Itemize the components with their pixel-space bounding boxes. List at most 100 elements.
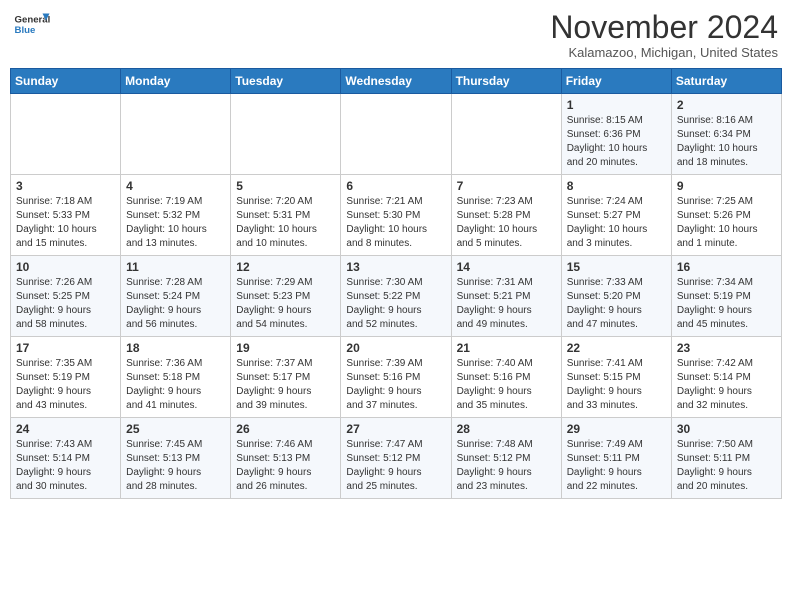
calendar-cell: 30Sunrise: 7:50 AM Sunset: 5:11 PM Dayli…: [671, 418, 781, 499]
calendar-cell: 20 Sunrise: 7:39 AM Sunset: 5:16 PM Dayli…: [341, 337, 451, 418]
day-info: Sunrise: 7:24 AM Sunset: 5:27 PM Dayligh…: [567, 195, 666, 251]
calendar-cell: 14Sunrise: 7:31 AM Sunset: 5:21 PM Dayli…: [451, 256, 561, 337]
day-number: 11: [126, 260, 225, 274]
calendar-cell: [121, 94, 231, 175]
calendar-cell: 28Sunrise: 7:48 AM Sunset: 5:12 PM Dayli…: [451, 418, 561, 499]
month-year: November 2024: [550, 10, 778, 45]
day-info: Sunrise: 7:47 AM Sunset: 5:12 PM Dayligh…: [346, 438, 445, 494]
calendar-cell: 25 Sunrise: 7:45 AM Sunset: 5:13 PM Dayli…: [121, 418, 231, 499]
day-number: 30: [677, 422, 776, 436]
calendar-cell: 3Sunrise: 7:18 AM Sunset: 5:33 PM Daylig…: [11, 175, 121, 256]
day-number: 7: [457, 179, 556, 193]
day-number: 29: [567, 422, 666, 436]
day-number: 25: [126, 422, 225, 436]
calendar-cell: 7 Sunrise: 7:23 AM Sunset: 5:28 PM Daylig…: [451, 175, 561, 256]
location: Kalamazoo, Michigan, United States: [550, 45, 778, 60]
calendar-cell: 1 Sunrise: 8:15 AM Sunset: 6:36 PM Daylig…: [561, 94, 671, 175]
calendar-cell: 4 Sunrise: 7:19 AM Sunset: 5:32 PM Daylig…: [121, 175, 231, 256]
day-info: Sunrise: 8:15 AM Sunset: 6:36 PM Dayligh…: [567, 114, 666, 170]
day-number: 22: [567, 341, 666, 355]
day-number: 15: [567, 260, 666, 274]
day-number: 1: [567, 98, 666, 112]
day-info: Sunrise: 7:19 AM Sunset: 5:32 PM Dayligh…: [126, 195, 225, 251]
svg-text:Blue: Blue: [15, 25, 36, 36]
calendar-week-row: 10 Sunrise: 7:26 AM Sunset: 5:25 PM Dayli…: [11, 256, 782, 337]
day-info: Sunrise: 7:29 AM Sunset: 5:23 PM Dayligh…: [236, 276, 335, 332]
calendar-cell: 12 Sunrise: 7:29 AM Sunset: 5:23 PM Dayli…: [231, 256, 341, 337]
calendar-cell: 6 Sunrise: 7:21 AM Sunset: 5:30 PM Daylig…: [341, 175, 451, 256]
logo-icon: General Blue: [14, 10, 50, 38]
calendar-cell: 19 Sunrise: 7:37 AM Sunset: 5:17 PM Dayli…: [231, 337, 341, 418]
day-info: Sunrise: 7:31 AM Sunset: 5:21 PM Dayligh…: [457, 276, 556, 332]
day-number: 5: [236, 179, 335, 193]
day-number: 4: [126, 179, 225, 193]
day-info: Sunrise: 7:30 AM Sunset: 5:22 PM Dayligh…: [346, 276, 445, 332]
calendar-week-row: 3Sunrise: 7:18 AM Sunset: 5:33 PM Daylig…: [11, 175, 782, 256]
day-number: 13: [346, 260, 445, 274]
calendar-cell: 18 Sunrise: 7:36 AM Sunset: 5:18 PM Dayli…: [121, 337, 231, 418]
calendar-week-row: 17Sunrise: 7:35 AM Sunset: 5:19 PM Dayli…: [11, 337, 782, 418]
calendar-cell: 27 Sunrise: 7:47 AM Sunset: 5:12 PM Dayli…: [341, 418, 451, 499]
day-number: 2: [677, 98, 776, 112]
day-info: Sunrise: 7:28 AM Sunset: 5:24 PM Dayligh…: [126, 276, 225, 332]
day-info: Sunrise: 7:34 AM Sunset: 5:19 PM Dayligh…: [677, 276, 776, 332]
calendar-cell: 23 Sunrise: 7:42 AM Sunset: 5:14 PM Dayli…: [671, 337, 781, 418]
day-header-monday: Monday: [121, 69, 231, 94]
day-info: Sunrise: 8:16 AM Sunset: 6:34 PM Dayligh…: [677, 114, 776, 170]
day-info: Sunrise: 7:35 AM Sunset: 5:19 PM Dayligh…: [16, 357, 115, 413]
day-info: Sunrise: 7:23 AM Sunset: 5:28 PM Dayligh…: [457, 195, 556, 251]
day-header-sunday: Sunday: [11, 69, 121, 94]
day-number: 26: [236, 422, 335, 436]
calendar-week-row: 24 Sunrise: 7:43 AM Sunset: 5:14 PM Dayli…: [11, 418, 782, 499]
calendar-cell: 26Sunrise: 7:46 AM Sunset: 5:13 PM Dayli…: [231, 418, 341, 499]
calendar-header-row: SundayMondayTuesdayWednesdayThursdayFrid…: [11, 69, 782, 94]
day-number: 12: [236, 260, 335, 274]
calendar-cell: 2 Sunrise: 8:16 AM Sunset: 6:34 PM Daylig…: [671, 94, 781, 175]
logo: General Blue: [14, 10, 50, 38]
page-header: General Blue November 2024 Kalamazoo, Mi…: [10, 10, 782, 60]
day-info: Sunrise: 7:33 AM Sunset: 5:20 PM Dayligh…: [567, 276, 666, 332]
day-info: Sunrise: 7:39 AM Sunset: 5:16 PM Dayligh…: [346, 357, 445, 413]
day-info: Sunrise: 7:25 AM Sunset: 5:26 PM Dayligh…: [677, 195, 776, 251]
calendar-cell: 11 Sunrise: 7:28 AM Sunset: 5:24 PM Dayli…: [121, 256, 231, 337]
day-number: 23: [677, 341, 776, 355]
calendar-table: SundayMondayTuesdayWednesdayThursdayFrid…: [10, 68, 782, 499]
calendar-cell: 5Sunrise: 7:20 AM Sunset: 5:31 PM Daylig…: [231, 175, 341, 256]
day-header-friday: Friday: [561, 69, 671, 94]
day-info: Sunrise: 7:26 AM Sunset: 5:25 PM Dayligh…: [16, 276, 115, 332]
day-number: 8: [567, 179, 666, 193]
day-number: 6: [346, 179, 445, 193]
day-info: Sunrise: 7:36 AM Sunset: 5:18 PM Dayligh…: [126, 357, 225, 413]
day-info: Sunrise: 7:37 AM Sunset: 5:17 PM Dayligh…: [236, 357, 335, 413]
day-header-wednesday: Wednesday: [341, 69, 451, 94]
day-number: 18: [126, 341, 225, 355]
day-number: 20: [346, 341, 445, 355]
calendar-cell: 17Sunrise: 7:35 AM Sunset: 5:19 PM Dayli…: [11, 337, 121, 418]
day-header-tuesday: Tuesday: [231, 69, 341, 94]
day-number: 19: [236, 341, 335, 355]
day-number: 21: [457, 341, 556, 355]
calendar-week-row: 1 Sunrise: 8:15 AM Sunset: 6:36 PM Daylig…: [11, 94, 782, 175]
calendar-cell: [11, 94, 121, 175]
day-info: Sunrise: 7:42 AM Sunset: 5:14 PM Dayligh…: [677, 357, 776, 413]
calendar-cell: 15 Sunrise: 7:33 AM Sunset: 5:20 PM Dayli…: [561, 256, 671, 337]
day-header-saturday: Saturday: [671, 69, 781, 94]
day-info: Sunrise: 7:45 AM Sunset: 5:13 PM Dayligh…: [126, 438, 225, 494]
day-number: 9: [677, 179, 776, 193]
day-info: Sunrise: 7:41 AM Sunset: 5:15 PM Dayligh…: [567, 357, 666, 413]
day-info: Sunrise: 7:43 AM Sunset: 5:14 PM Dayligh…: [16, 438, 115, 494]
day-info: Sunrise: 7:21 AM Sunset: 5:30 PM Dayligh…: [346, 195, 445, 251]
calendar-cell: [231, 94, 341, 175]
calendar-cell: 10 Sunrise: 7:26 AM Sunset: 5:25 PM Dayli…: [11, 256, 121, 337]
calendar-cell: 9 Sunrise: 7:25 AM Sunset: 5:26 PM Daylig…: [671, 175, 781, 256]
calendar-cell: 16 Sunrise: 7:34 AM Sunset: 5:19 PM Dayli…: [671, 256, 781, 337]
day-number: 10: [16, 260, 115, 274]
day-info: Sunrise: 7:40 AM Sunset: 5:16 PM Dayligh…: [457, 357, 556, 413]
day-header-thursday: Thursday: [451, 69, 561, 94]
day-number: 3: [16, 179, 115, 193]
day-number: 16: [677, 260, 776, 274]
calendar-cell: 13 Sunrise: 7:30 AM Sunset: 5:22 PM Dayli…: [341, 256, 451, 337]
calendar-cell: [451, 94, 561, 175]
day-number: 24: [16, 422, 115, 436]
day-number: 27: [346, 422, 445, 436]
